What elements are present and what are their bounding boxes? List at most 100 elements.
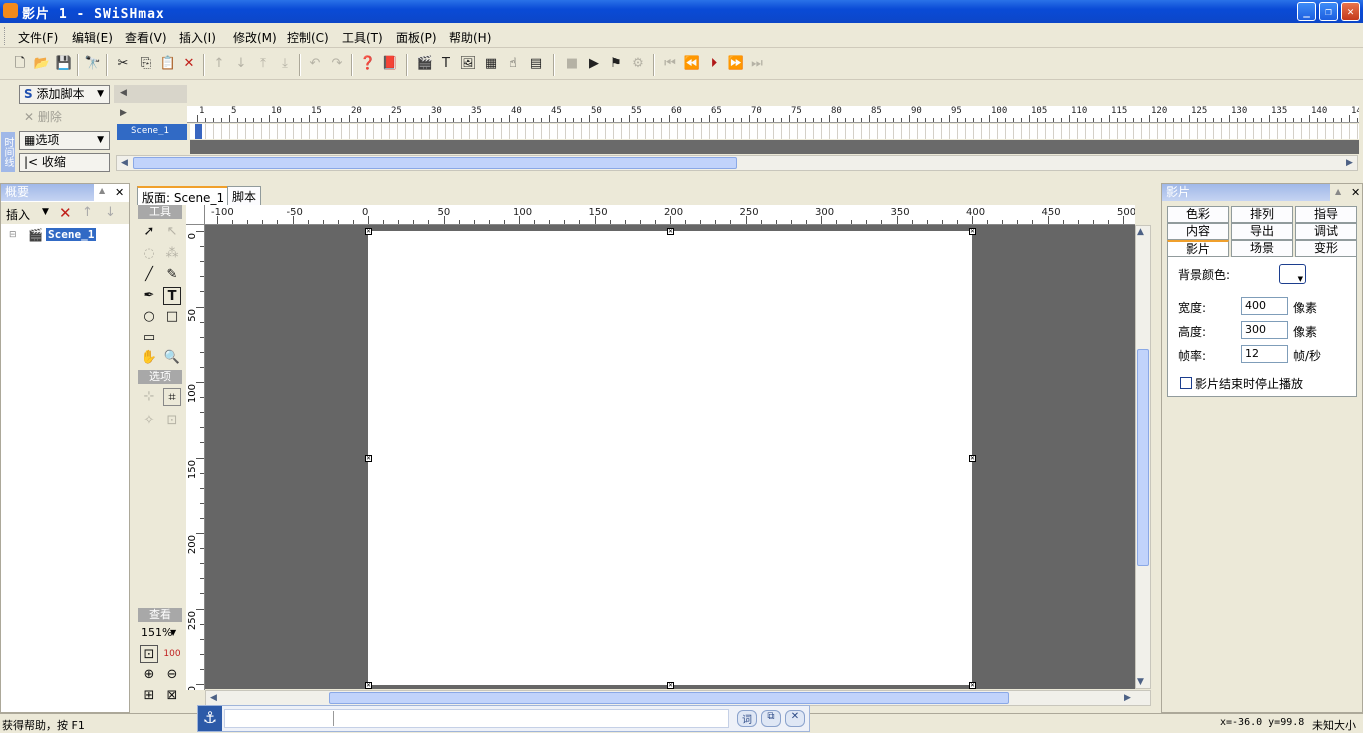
menu-modify[interactable]: 修改(M) [233,29,277,46]
current-frame-icon[interactable]: ⏵ [705,55,723,73]
timeline-expand[interactable]: ▶ [114,106,187,123]
fit-view-icon[interactable]: ⊡ [140,645,158,663]
timeline-scroll-left[interactable]: ◀ [114,85,187,103]
pencil-tool-icon[interactable]: ✎ [163,266,181,284]
undo-icon[interactable]: ↶ [306,55,324,73]
insert-button-icon[interactable]: ☝ [504,55,522,73]
panel-close-icon[interactable]: ✕ [1351,186,1360,199]
stage-hscroll[interactable]: ◀ ▶ [205,690,1151,706]
tab-debug[interactable]: 调试 [1295,223,1357,240]
menu-help[interactable]: 帮助(H) [449,29,491,46]
menu-view[interactable]: 查看(V) [125,29,167,46]
text-tool-icon[interactable]: T [163,287,181,305]
snap-grid-icon[interactable]: ⊠ [163,687,181,705]
rectangle-tool-icon[interactable]: □ [163,308,181,326]
menu-control[interactable]: 控制(C) [287,29,329,46]
resize-handle-r[interactable]: ✕ [969,455,976,462]
height-input[interactable]: 300 [1241,321,1288,339]
insert-effect-icon[interactable]: ▤ [527,55,545,73]
stage-vscroll[interactable]: ▲ ▼ [1135,225,1151,689]
zoom-100-icon[interactable]: 100 [163,645,181,663]
delete-icon[interactable]: ✕ [180,55,198,73]
menu-file[interactable]: 文件(F) [18,29,58,46]
search-word-button[interactable]: 词 [737,710,757,727]
insert-image-icon[interactable]: 🖼 [459,55,477,73]
paste-icon[interactable]: 📋 [159,55,177,73]
tab-content[interactable]: 内容 [1167,223,1229,240]
stop-icon[interactable]: ■ [563,55,581,73]
redo-icon[interactable]: ↷ [328,55,346,73]
insert-scene-icon[interactable]: 🎬 [416,55,434,73]
timeline-scroll-thumb[interactable] [133,157,737,169]
snap-option-icon[interactable]: ⊹ [140,388,158,406]
ellipse-tool-icon[interactable]: ○ [140,308,158,326]
hand-tool-icon[interactable]: ✋ [140,349,158,367]
tab-scene[interactable]: 场景 [1231,240,1293,257]
new-icon[interactable]: 🗋 [11,55,29,73]
copy-icon[interactable]: ⎘ [137,55,155,73]
zoom-tool-icon[interactable]: 🔍 [163,349,181,367]
last-frame-icon[interactable]: ⏭ [748,55,766,73]
play-icon[interactable]: ▶ [585,55,603,73]
fill-transform-icon[interactable]: ⁂ [163,245,181,263]
grid-option-icon[interactable]: ⌗ [163,388,181,406]
tab-layout[interactable]: 版面: Scene_1 [137,186,230,205]
insert-text-icon[interactable]: T [437,55,455,73]
search-close-button[interactable]: ✕ [785,710,805,727]
resize-handle-t[interactable]: ✕ [667,228,674,235]
first-frame-icon[interactable]: ⏮ [661,55,679,73]
motion-path-tool-icon[interactable]: ◌ [140,245,158,263]
tab-export[interactable]: 导出 [1231,223,1293,240]
minimize-button[interactable]: _ [1297,2,1316,21]
stage-scroll-left[interactable]: ◀ [206,691,221,705]
menu-tools[interactable]: 工具(T) [342,29,383,46]
tab-arrange[interactable]: 排列 [1231,206,1293,223]
line-tool-icon[interactable]: ╱ [140,266,158,284]
zoom-in-icon[interactable]: ⊕ [140,666,158,684]
move-up-icon[interactable]: ↑ [210,55,228,73]
close-button[interactable]: ✕ [1341,2,1360,21]
insert-dropdown-icon[interactable]: ▼ [42,207,49,217]
outline-insert-button[interactable]: 插入 [6,206,30,223]
stage-hscroll-thumb[interactable] [329,692,1009,704]
movie-area[interactable] [368,231,972,685]
stage-vscroll-thumb[interactable] [1137,349,1149,566]
straighten-option-icon[interactable]: ⊡ [163,412,181,430]
stage-scroll-right[interactable]: ▶ [1120,691,1135,705]
menu-edit[interactable]: 编辑(E) [72,29,113,46]
save-icon[interactable]: 💾 [55,55,73,73]
resize-handle-bl[interactable]: ✕ [365,682,372,689]
restore-button[interactable]: ❐ [1319,2,1338,21]
show-grid-icon[interactable]: ⊞ [140,687,158,705]
scroll-up-arrow[interactable]: ▲ [1137,227,1144,237]
outline-up-icon[interactable]: ↑ [82,205,93,220]
prev-frame-icon[interactable]: ⏪ [683,55,701,73]
book-icon[interactable]: 📕 [381,55,399,73]
select-tool-icon[interactable]: ➚ [140,223,158,241]
resize-handle-l[interactable]: ✕ [365,455,372,462]
frame-cells[interactable] [190,124,1359,139]
find-icon[interactable]: 🔭 [84,55,102,73]
scroll-left-arrow[interactable]: ◀ [117,156,132,170]
resize-handle-br[interactable]: ✕ [969,682,976,689]
cut-icon[interactable]: ✂ [114,55,132,73]
outline-pin-icon[interactable]: ▲ [99,186,105,195]
options-button[interactable]: ▦选项 ▼ [19,131,110,150]
smooth-option-icon[interactable]: ✧ [140,412,158,430]
zoom-out-icon[interactable]: ⊖ [163,666,181,684]
tab-transform[interactable]: 变形 [1295,240,1357,257]
timeline-hscroll[interactable]: ◀ ▶ [116,155,1358,171]
zoom-dropdown-icon[interactable]: ▼ [170,628,176,637]
stop-at-end-checkbox[interactable] [1180,377,1192,389]
play-effect-icon[interactable]: ⚙ [629,55,647,73]
outline-delete-icon[interactable]: ✕ [59,204,72,222]
scroll-down-arrow[interactable]: ▼ [1137,677,1144,687]
outline-close-icon[interactable]: ✕ [115,186,124,199]
move-down-icon[interactable]: ↓ [232,55,250,73]
help-pointer-icon[interactable]: ❓ [359,55,377,73]
outline-down-icon[interactable]: ↓ [105,205,116,220]
resize-handle-tl[interactable]: ✕ [365,228,372,235]
resize-handle-b[interactable]: ✕ [667,682,674,689]
autoshape-tool-icon[interactable]: ▭ [140,329,158,347]
tab-movie[interactable]: 影片 [1167,240,1229,257]
